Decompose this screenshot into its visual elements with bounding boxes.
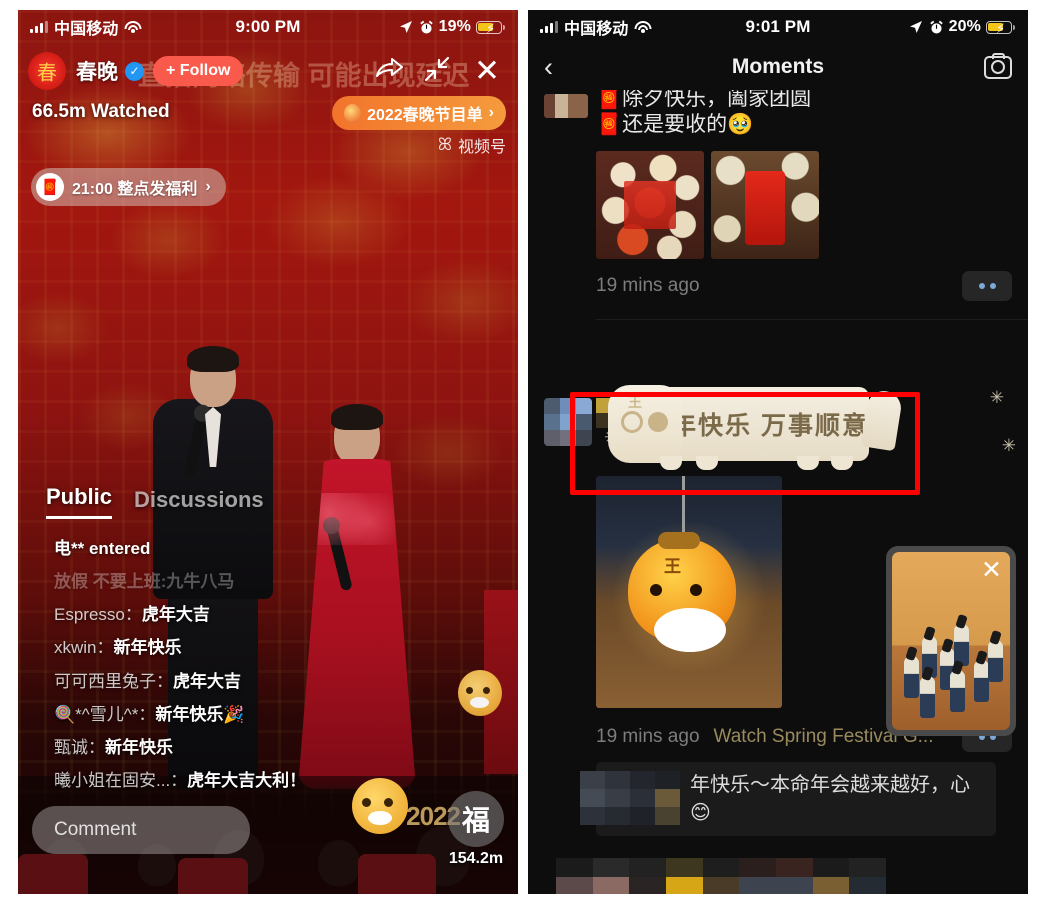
chat-message: Espresso：虎年大吉 — [54, 605, 210, 625]
verified-badge-icon: ✓ — [125, 61, 144, 81]
post-timestamp: 19 mins ago — [596, 275, 700, 297]
battery-percent-label: 19% — [438, 18, 471, 35]
chat-message: 可可西里兔子：虎年大吉 — [54, 671, 241, 691]
livestream-header: 春 春晚 ✓ + Follow ✕ — [18, 44, 518, 92]
close-icon[interactable]: ✕ — [474, 55, 504, 86]
post-meta-row: 19 mins ago — [596, 271, 1012, 302]
tiger-banner-icon[interactable]: 王 虎年快乐 万事顺意 — [608, 385, 904, 471]
more-dots-icon[interactable] — [962, 271, 1012, 302]
post-timestamp: 19 mins ago — [596, 726, 700, 748]
alarm-clock-icon — [419, 20, 433, 33]
livestream-tabs: Public Discussions — [46, 484, 264, 519]
avatar[interactable]: 春 — [28, 52, 66, 90]
moments-navbar: ‹ Moments — [528, 44, 1028, 90]
picture-in-picture-player[interactable]: ✕ — [886, 546, 1016, 736]
battery-charging-icon: ⚡ — [476, 20, 505, 36]
tiger-tail-icon — [860, 389, 904, 452]
sparkle-icon: ✳ — [989, 388, 1004, 408]
livestream-phone: 2022 中国移动 9:00 PM 19% ⚡ 直播网络传输 可能出现延迟 春 … — [18, 10, 518, 894]
post-text-line: 🧧除夕快乐，阖家团圆 — [596, 90, 812, 110]
moments-post: 🧧除夕快乐，阖家团圆 🧧还是要收的🥹 19 mins ago — [528, 90, 1028, 309]
watched-count: 66.5m Watched — [32, 101, 170, 122]
post-text-line: 🧧还是要收的🥹 — [596, 113, 754, 136]
screenshot-root: 2022 中国移动 9:00 PM 19% ⚡ 直播网络传输 可能出现延迟 春 … — [0, 0, 1046, 912]
fu-button[interactable]: 福 — [448, 791, 504, 847]
wifi-icon — [634, 20, 652, 34]
chat-message: 甄诚：新年快乐 — [54, 737, 173, 757]
red-packet-icon: 🧧 — [36, 173, 64, 201]
fu-count-label: 154.2m — [448, 850, 504, 867]
battery-charging-icon: ⚡ — [986, 20, 1015, 36]
chat-message: 放假 不要上班:九牛八马 — [54, 572, 235, 592]
commenter-name-blurred — [580, 771, 680, 826]
program-chevron-icon: › — [488, 104, 494, 121]
comment-input[interactable]: Comment — [32, 805, 250, 854]
program-list-button[interactable]: 2022春晚节目单 › — [332, 96, 506, 130]
benefit-chevron-icon: › — [205, 178, 211, 195]
camera-icon[interactable] — [984, 52, 1012, 79]
tiger-banner-wrap: ✳ ✳ ✳ 王 虎年快乐 万事顺意 — [528, 380, 1028, 471]
post-photo-lantern[interactable]: 王 — [596, 476, 782, 709]
right-status-bar: 中国移动 9:01 PM 20% ⚡ — [528, 10, 1028, 44]
benefit-label: 21:00 整点发福利 — [72, 181, 198, 198]
minimize-icon[interactable] — [424, 56, 454, 86]
benefit-banner[interactable]: 🧧 21:00 整点发福利 › — [31, 168, 226, 206]
channel-label: 视频号 — [457, 139, 506, 156]
tab-discussions[interactable]: Discussions — [134, 487, 264, 519]
post-thumbnails — [596, 151, 1012, 260]
battery-percent-label: 20% — [948, 18, 981, 35]
livestream-stats-row: 66.5m Watched 2022春晚节目单 › ꕤ 视频号 — [18, 92, 518, 157]
carrier-label: 中国移动 — [54, 21, 119, 38]
avatar[interactable] — [544, 94, 588, 118]
livestream-bottom-bar: Comment 福 154.2m — [18, 791, 518, 868]
left-status-bar: 中国移动 9:00 PM 19% ⚡ — [18, 10, 518, 44]
channel-badge: ꕤ 视频号 — [438, 133, 506, 157]
tab-public[interactable]: Public — [46, 484, 113, 519]
tiger-head-icon: 王 — [608, 385, 682, 464]
post-thumbnail[interactable] — [596, 151, 704, 260]
moments-phone: 中国移动 9:01 PM 20% ⚡ ‹ Moments 🧧除夕快乐，阖家团圆 — [528, 10, 1028, 894]
divider — [596, 319, 1028, 321]
lantern-icon — [344, 103, 362, 123]
share-arrow-icon[interactable] — [374, 56, 404, 86]
tiger-sticker-icon — [458, 670, 502, 716]
carrier-label: 中国移动 — [564, 21, 629, 38]
moments-feed[interactable]: 🧧除夕快乐，阖家团圆 🧧还是要收的🥹 19 mins ago ✳ ✳ 王 虎年快… — [528, 90, 1028, 894]
chat-message-list[interactable]: 电** entered 放假 不要上班:九牛八马 Espresso：虎年大吉 x… — [46, 535, 376, 795]
location-arrow-icon — [909, 21, 922, 33]
alarm-clock-icon — [929, 20, 943, 33]
follow-button[interactable]: + Follow — [153, 56, 244, 86]
signal-bars-icon — [540, 21, 558, 33]
post-blurred-preview — [556, 858, 886, 894]
signal-bars-icon — [30, 21, 48, 33]
pip-video[interactable]: ✕ — [892, 552, 1010, 730]
location-arrow-icon — [399, 21, 412, 33]
chat-message: xkwin：新年快乐 — [54, 638, 182, 658]
post-thumbnail[interactable] — [711, 151, 819, 260]
page-title: Moments — [731, 55, 825, 78]
chat-message: 🍭*^雪儿^*：新年快乐🎉 — [54, 704, 245, 724]
avatar-glyph: 春 — [37, 62, 57, 85]
back-chevron-icon[interactable]: ‹ — [544, 53, 553, 81]
wifi-icon — [124, 20, 142, 34]
channel-name[interactable]: 春晚 — [76, 56, 118, 86]
close-icon[interactable]: ✕ — [981, 558, 1002, 583]
moments-post: 化儿是自己抽的好 — [528, 858, 1028, 894]
comment-placeholder: Comment — [54, 818, 137, 840]
chat-message: 电** entered — [54, 539, 151, 558]
sparkle-icon: ✳ — [1001, 436, 1016, 456]
program-list-label: 2022春晚节目单 — [367, 107, 483, 124]
post-comment-block[interactable]: 年快乐～本命年会越来越好，心😊 — [580, 762, 996, 837]
channels-logo-icon: ꕤ — [437, 135, 452, 154]
